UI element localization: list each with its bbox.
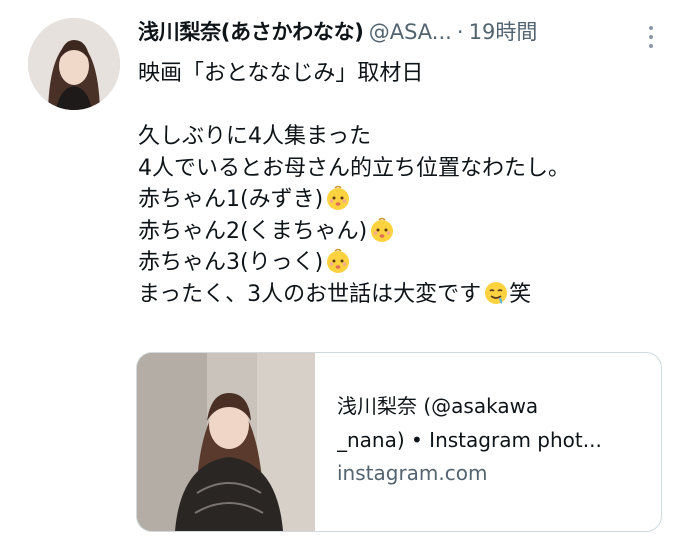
avatar-photo — [28, 18, 120, 110]
tweet[interactable]: 浅川梨奈(あさかわなな) @ASA... · 19時間 映画「おとななじみ」取材… — [0, 0, 680, 548]
tweet-line: 赤ちゃん1(みずき) — [138, 184, 658, 216]
card-domain: instagram.com — [337, 461, 488, 485]
tweet-line: 赤ちゃん3(りっく) — [138, 247, 658, 279]
tweet-line: 赤ちゃん2(くまちゃん) — [138, 216, 658, 248]
baby-face-emoji — [327, 185, 350, 210]
author-display-name[interactable]: 浅川梨奈(あさかわなな) — [138, 20, 364, 44]
more-options-icon[interactable] — [648, 26, 654, 48]
card-text: 浅川梨奈 (@asakawa _nana) • Instagram phot..… — [337, 389, 647, 489]
card-thumbnail-image — [137, 353, 315, 531]
author-handle[interactable]: @ASA... — [369, 20, 452, 44]
tweet-line: 4人でいるとお母さん的立ち位置なわたし。 — [138, 155, 570, 181]
tweet-line: 久しぶりに4人集まった — [138, 124, 372, 149]
tweet-header: 浅川梨奈(あさかわなな) @ASA... · 19時間 — [138, 16, 668, 56]
card-title-line: 浅川梨奈 (@asakawa — [337, 394, 539, 418]
tweet-text: 映画「おとななじみ」取材日 久しぶりに4人集まった 4人でいるとお母さん的立ち位… — [138, 58, 658, 310]
tweet-timestamp[interactable]: 19時間 — [469, 20, 538, 44]
drooling-face-emoji — [485, 281, 508, 304]
tweet-line: 映画「おとななじみ」取材日 — [138, 61, 424, 86]
author-avatar[interactable] — [28, 18, 120, 110]
card-title-line: _nana) • Instagram phot... — [337, 428, 602, 452]
tweet-line: まったく、3人のお世話は大変です笑 — [138, 281, 532, 307]
link-preview-card[interactable]: 浅川梨奈 (@asakawa _nana) • Instagram phot..… — [136, 352, 662, 532]
separator-dot: · — [456, 20, 464, 44]
baby-face-emoji — [327, 248, 350, 273]
baby-face-emoji — [371, 217, 394, 242]
